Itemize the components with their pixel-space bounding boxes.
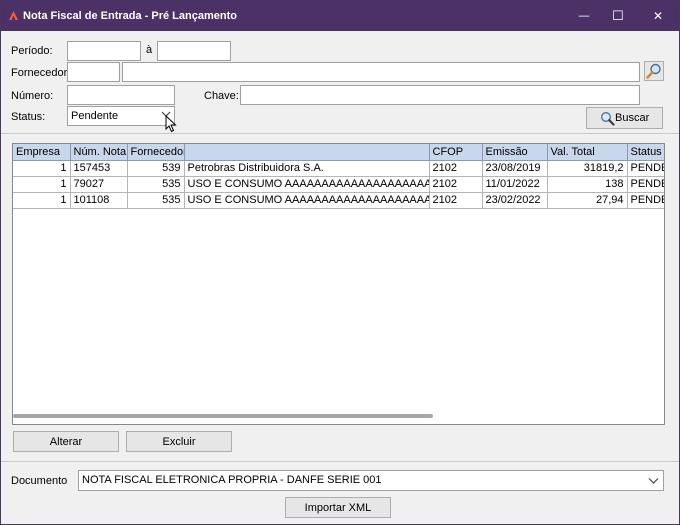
chevron-down-icon: [648, 475, 659, 486]
fornecedor-label: Fornecedor:: [11, 67, 71, 79]
periodo-start-input[interactable]: [67, 41, 141, 61]
col-header-fornecedor[interactable]: Fornecedor: [127, 144, 185, 161]
cell-fornecedor: 535: [127, 192, 185, 209]
status-selected-value: Pendente: [71, 110, 119, 122]
cell-num-nota: 157453: [70, 160, 128, 177]
cell-status: PENDENTE: [627, 176, 664, 193]
cell-fornecedor-nome: USO E CONSUMO AAAAAAAAAAAAAAAAAAAAAAAAAA…: [184, 176, 430, 193]
search-icon: [601, 112, 615, 126]
cell-val-total: 27,94: [547, 192, 628, 209]
notes-table: Empresa Núm. Nota Fornecedor CFOP Emissã…: [13, 144, 664, 209]
cell-status: PENDENTE: [627, 160, 664, 177]
cell-num-nota: 101108: [70, 192, 128, 209]
close-button[interactable]: ✕: [638, 1, 678, 31]
col-header-num-nota[interactable]: Núm. Nota: [70, 144, 128, 161]
close-icon: ✕: [652, 9, 664, 23]
status-label: Status:: [11, 111, 46, 123]
col-header-fornecedor-nome[interactable]: [184, 144, 430, 161]
chave-input[interactable]: [240, 85, 640, 105]
alterar-button[interactable]: Alterar: [13, 431, 119, 452]
periodo-end-input[interactable]: [157, 41, 231, 61]
cell-cfop: 2102: [429, 192, 483, 209]
cell-fornecedor-nome: Petrobras Distribuidora S.A.: [184, 160, 430, 177]
notes-grid[interactable]: Empresa Núm. Nota Fornecedor CFOP Emissã…: [12, 143, 665, 425]
app-logo-icon: [9, 11, 18, 20]
cell-cfop: 2102: [429, 176, 483, 193]
numero-input[interactable]: [67, 85, 175, 105]
window-title: Nota Fiscal de Entrada - Pré Lançamento: [23, 10, 237, 22]
buscar-label: Buscar: [615, 112, 650, 124]
numero-label: Número:: [11, 90, 54, 102]
table-row[interactable]: 1 101108 535 USO E CONSUMO AAAAAAAAAAAAA…: [13, 192, 664, 209]
horizontal-scrollbar[interactable]: [13, 414, 433, 418]
maximize-button[interactable]: ☐: [598, 1, 638, 31]
cell-num-nota: 79027: [70, 176, 128, 193]
cell-emissao: 23/08/2019: [482, 160, 548, 177]
table-row[interactable]: 1 157453 539 Petrobras Distribuidora S.A…: [13, 160, 664, 177]
chave-label: Chave:: [204, 90, 239, 102]
documento-label: Documento: [11, 475, 68, 487]
cell-empresa: 1: [13, 176, 71, 193]
col-header-val-total[interactable]: Val. Total: [547, 144, 628, 161]
actions-divider: [1, 461, 679, 462]
cell-emissao: 23/02/2022: [482, 192, 548, 209]
periodo-label: Período:: [11, 45, 53, 57]
excluir-button[interactable]: Excluir: [126, 431, 232, 452]
col-header-empresa[interactable]: Empresa: [13, 144, 71, 161]
fornecedor-search-button[interactable]: [644, 61, 664, 81]
main-window: Nota Fiscal de Entrada - Pré Lançamento …: [0, 0, 680, 525]
periodo-separator: à: [146, 44, 153, 56]
cell-val-total: 31819,2: [547, 160, 628, 177]
col-header-emissao[interactable]: Emissão: [482, 144, 548, 161]
cell-fornecedor: 539: [127, 160, 185, 177]
importar-xml-button[interactable]: Importar XML: [285, 497, 391, 518]
documento-selected-value: NOTA FISCAL ELETRONICA PROPRIA - DANFE S…: [82, 474, 382, 486]
buscar-button[interactable]: Buscar: [586, 107, 663, 129]
maximize-icon: ☐: [612, 8, 624, 23]
cell-fornecedor-nome: USO E CONSUMO AAAAAAAAAAAAAAAAAAAAAAAAAA…: [184, 192, 430, 209]
cell-empresa: 1: [13, 160, 71, 177]
cell-cfop: 2102: [429, 160, 483, 177]
cell-status: PENDENTE: [627, 192, 664, 209]
fornecedor-code-input[interactable]: [67, 62, 120, 82]
mouse-cursor-icon: [165, 115, 177, 133]
status-select[interactable]: Pendente: [67, 106, 175, 126]
col-header-status[interactable]: Status: [627, 144, 664, 161]
fornecedor-name-input[interactable]: [122, 62, 640, 82]
filters-divider: [1, 133, 679, 134]
col-header-cfop[interactable]: CFOP: [429, 144, 483, 161]
cell-emissao: 11/01/2022: [482, 176, 548, 193]
grid-header-row: Empresa Núm. Nota Fornecedor CFOP Emissã…: [13, 144, 664, 161]
minimize-icon: —: [578, 10, 590, 22]
table-row[interactable]: 1 79027 535 USO E CONSUMO AAAAAAAAAAAAAA…: [13, 176, 664, 193]
cell-fornecedor: 535: [127, 176, 185, 193]
title-bar: Nota Fiscal de Entrada - Pré Lançamento …: [1, 1, 679, 31]
cell-val-total: 138: [547, 176, 628, 193]
cell-empresa: 1: [13, 192, 71, 209]
magnifier-icon: [646, 63, 661, 79]
documento-select[interactable]: NOTA FISCAL ELETRONICA PROPRIA - DANFE S…: [78, 470, 664, 491]
